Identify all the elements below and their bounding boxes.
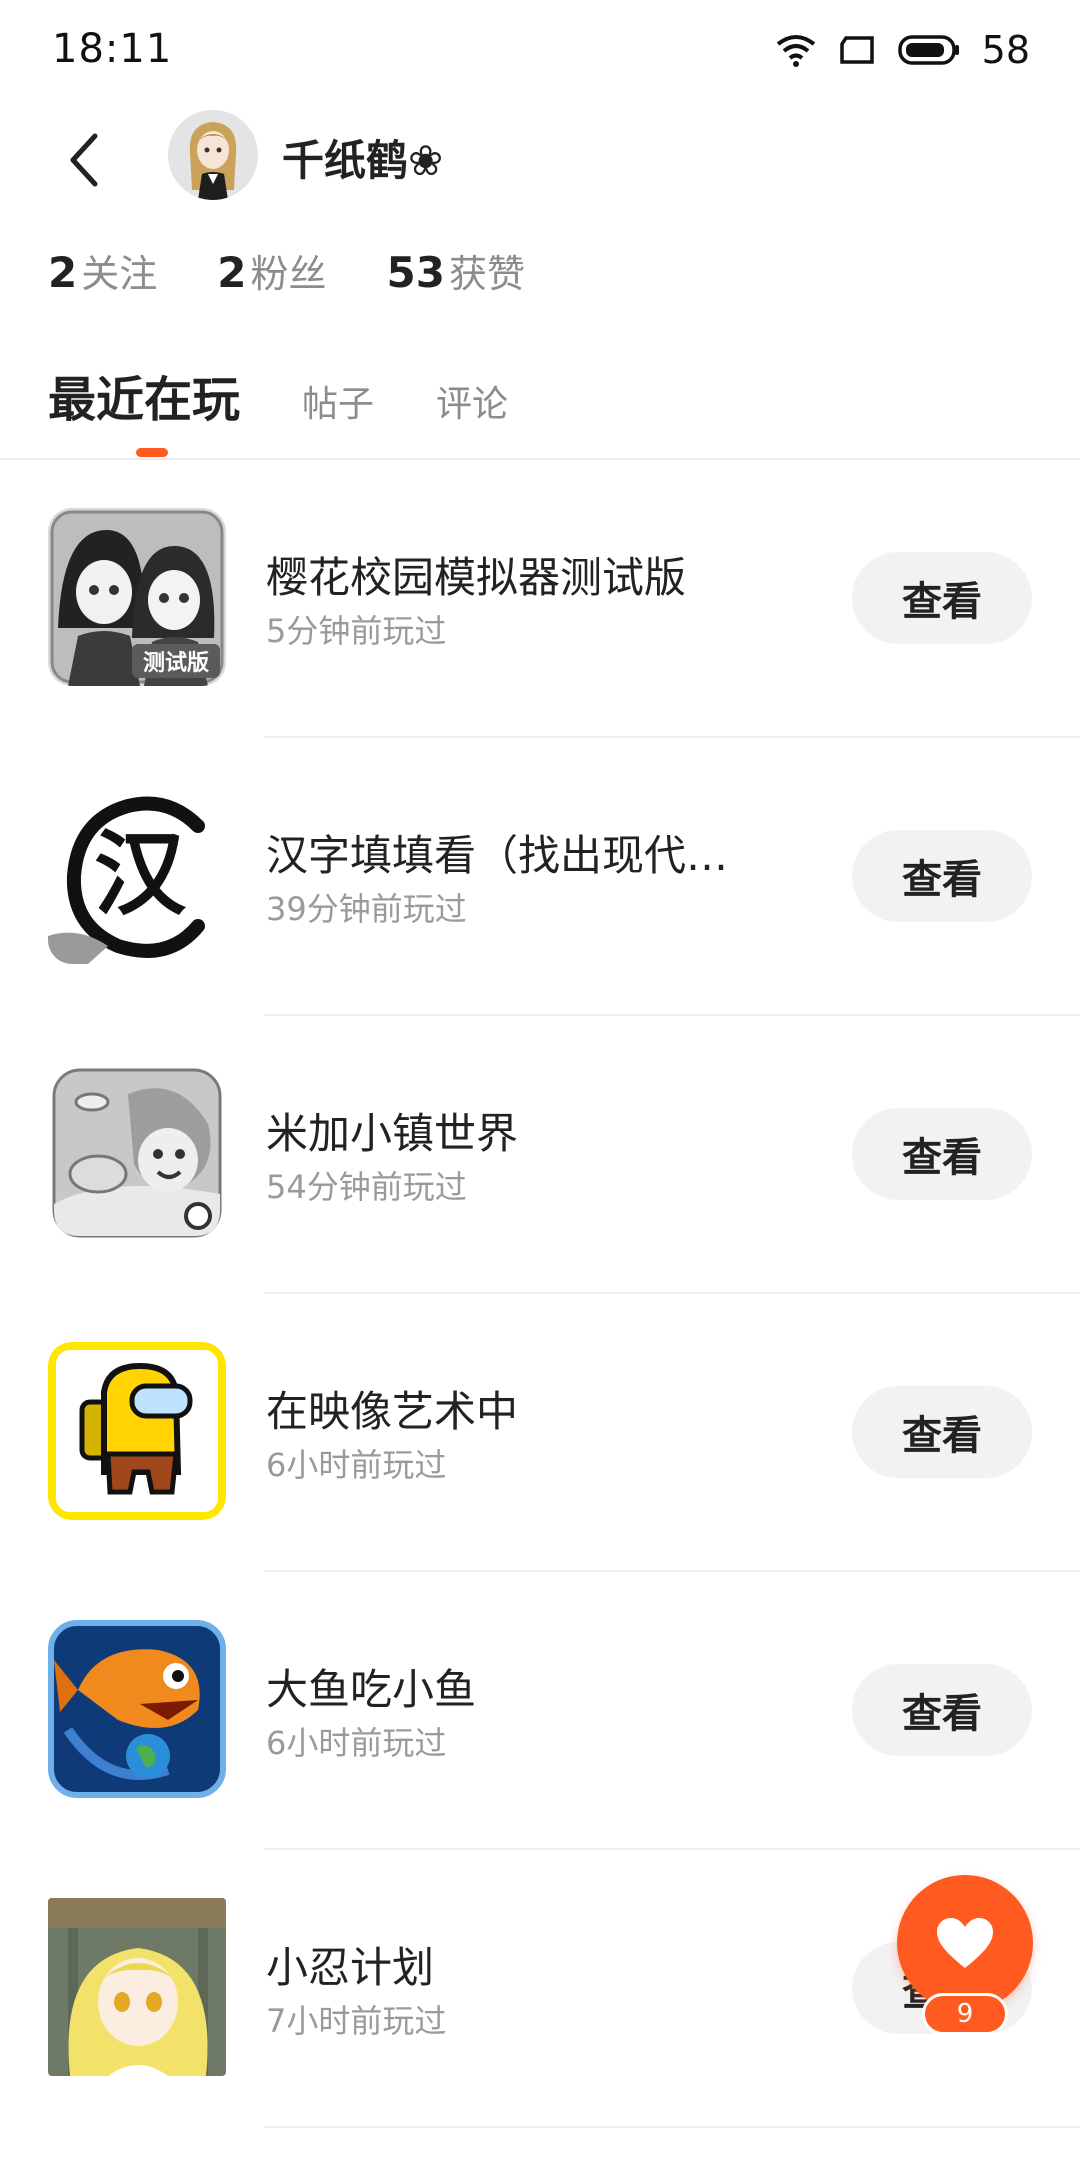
- status-icons: 58: [774, 28, 1030, 72]
- game-name: 樱花校园模拟器测试版: [266, 553, 687, 602]
- battery-icon: [897, 35, 959, 65]
- back-arrow-icon: [70, 133, 98, 187]
- tab-recently-played[interactable]: 最近在玩: [48, 360, 240, 430]
- stat-followers[interactable]: 2 粉丝: [217, 243, 326, 298]
- profile-header: 千纸鹤❀: [0, 105, 1080, 225]
- list-item[interactable]: 米加小镇世界 54分钟前玩过 查看: [0, 1016, 1080, 1294]
- stat-label: 粉丝: [250, 252, 327, 296]
- shinobu-icon: [48, 1898, 226, 2076]
- sakura-school-icon: 测试版: [48, 508, 226, 686]
- avatar[interactable]: [168, 110, 258, 200]
- profile-tabs: 最近在玩 帖子 评论: [48, 360, 508, 430]
- game-name: 大鱼吃小鱼: [266, 1665, 477, 1714]
- status-time: 18:11: [52, 26, 173, 72]
- active-tab-indicator: [136, 448, 168, 457]
- screen-icon: [839, 36, 874, 64]
- view-button[interactable]: 查看: [852, 1386, 1032, 1478]
- view-button[interactable]: 查看: [852, 830, 1032, 922]
- tab-comments[interactable]: 评论: [436, 375, 508, 427]
- icon-text: 汉: [94, 820, 187, 928]
- stat-count: 2: [217, 248, 247, 297]
- big-fish-icon: [48, 1620, 226, 1798]
- game-name: 米加小镇世界: [266, 1109, 519, 1158]
- battery-level: 58: [981, 28, 1030, 72]
- played-time: 39分钟前玩过: [266, 890, 467, 928]
- game-name: 小忍计划: [266, 1943, 435, 1992]
- back-button[interactable]: [50, 125, 120, 195]
- item-divider: [264, 2126, 1080, 2128]
- stat-likes: 53 获赞: [387, 243, 525, 298]
- played-time: 5分钟前玩过: [266, 612, 447, 650]
- view-button[interactable]: 查看: [852, 1108, 1032, 1200]
- like-fab[interactable]: [897, 1875, 1033, 2011]
- heart-icon: [937, 1918, 993, 1968]
- list-item[interactable]: 大鱼吃小鱼 6小时前玩过 查看: [0, 1572, 1080, 1850]
- stat-following[interactable]: 2 关注: [48, 243, 157, 298]
- icon-badge-text: 测试版: [143, 651, 209, 676]
- fab-badge: 9: [922, 1993, 1008, 2035]
- avatar-illustration: [168, 110, 258, 200]
- played-time: 6小时前玩过: [266, 1446, 447, 1484]
- stat-label: 获赞: [448, 252, 525, 296]
- profile-stats: 2 关注 2 粉丝 53 获赞: [48, 243, 525, 298]
- tab-posts[interactable]: 帖子: [302, 375, 374, 427]
- miga-town-icon: [48, 1064, 226, 1242]
- list-item[interactable]: 汉 汉字填填看（找出现代… 39分钟前玩过 查看: [0, 738, 1080, 1016]
- among-us-icon: [48, 1342, 226, 1520]
- view-button[interactable]: 查看: [852, 552, 1032, 644]
- wifi-icon: [776, 35, 815, 67]
- username: 千纸鹤❀: [282, 136, 444, 185]
- played-time: 7小时前玩过: [266, 2002, 447, 2040]
- list-item[interactable]: 测试版 樱花校园模拟器测试版 5分钟前玩过 查看: [0, 460, 1080, 738]
- game-name: 汉字填填看（找出现代…: [266, 831, 729, 880]
- game-name: 在映像艺术中: [266, 1387, 519, 1436]
- stat-count: 53: [386, 248, 445, 297]
- stat-count: 2: [48, 248, 78, 297]
- list-item[interactable]: 在映像艺术中 6小时前玩过 查看: [0, 1294, 1080, 1572]
- status-bar: 18:11 58: [0, 0, 1080, 100]
- stat-label: 关注: [81, 252, 158, 296]
- played-time: 6小时前玩过: [266, 1724, 447, 1762]
- recent-games-list: 测试版 樱花校园模拟器测试版 5分钟前玩过 查看 汉 汉字填填看（找出现代… 3…: [0, 460, 1080, 2128]
- view-button[interactable]: 查看: [852, 1664, 1032, 1756]
- played-time: 54分钟前玩过: [266, 1168, 467, 1206]
- hanzi-icon: 汉: [48, 786, 226, 964]
